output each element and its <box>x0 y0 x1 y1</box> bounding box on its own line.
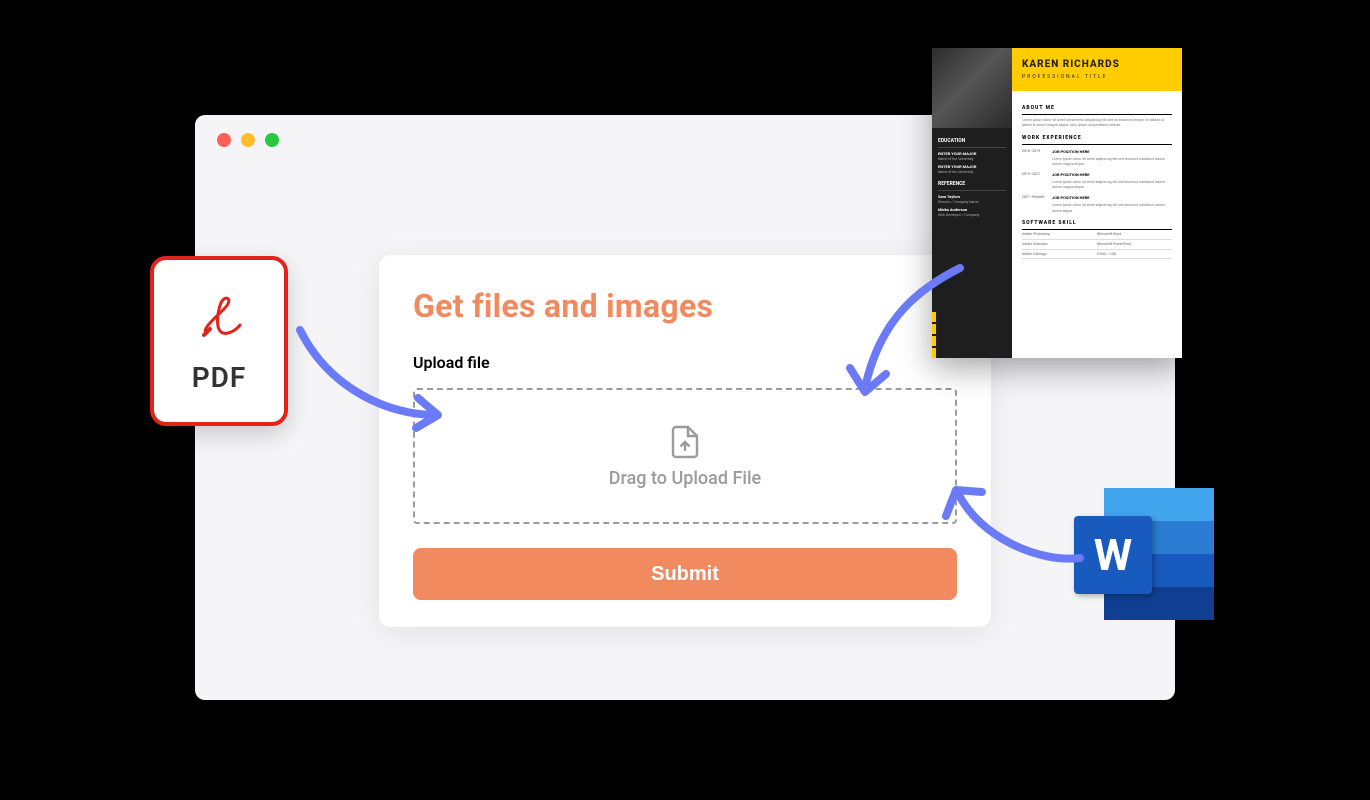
word-file-icon: W <box>1074 488 1214 620</box>
pdf-label: PDF <box>192 361 247 394</box>
resume-sidebar: EDUCATION ENTER YOUR MAJOR Name of the U… <box>932 48 1012 358</box>
maximize-window-button[interactable] <box>265 133 279 147</box>
adobe-logo-icon <box>194 289 244 345</box>
resume-name: KAREN RICHARDS <box>1022 58 1172 72</box>
upload-file-icon <box>667 424 703 460</box>
resume-header: KAREN RICHARDS PROFESSIONAL TITLE <box>1012 48 1182 91</box>
submit-button[interactable]: Submit <box>413 548 957 600</box>
upload-card: Get files and images Upload file Drag to… <box>379 255 991 627</box>
resume-about-header: ABOUT ME <box>1022 105 1172 115</box>
resume-reference-header: REFERENCE <box>938 181 1006 191</box>
upload-label: Upload file <box>413 353 957 372</box>
resume-skills-header: SOFTWARE SKILL <box>1022 220 1172 230</box>
resume-work-header: WORK EXPERIENCE <box>1022 135 1172 145</box>
file-dropzone[interactable]: Drag to Upload File <box>413 388 957 524</box>
dropzone-text: Drag to Upload File <box>609 468 761 489</box>
minimize-window-button[interactable] <box>241 133 255 147</box>
close-window-button[interactable] <box>217 133 231 147</box>
resume-education-header: EDUCATION <box>938 138 1006 148</box>
resume-photo <box>932 48 1012 128</box>
resume-subtitle: PROFESSIONAL TITLE <box>1022 74 1172 81</box>
pdf-file-icon: PDF <box>150 256 288 426</box>
word-label: W <box>1074 516 1152 594</box>
resume-preview: EDUCATION ENTER YOUR MAJOR Name of the U… <box>932 48 1182 358</box>
card-title: Get files and images <box>413 287 957 325</box>
